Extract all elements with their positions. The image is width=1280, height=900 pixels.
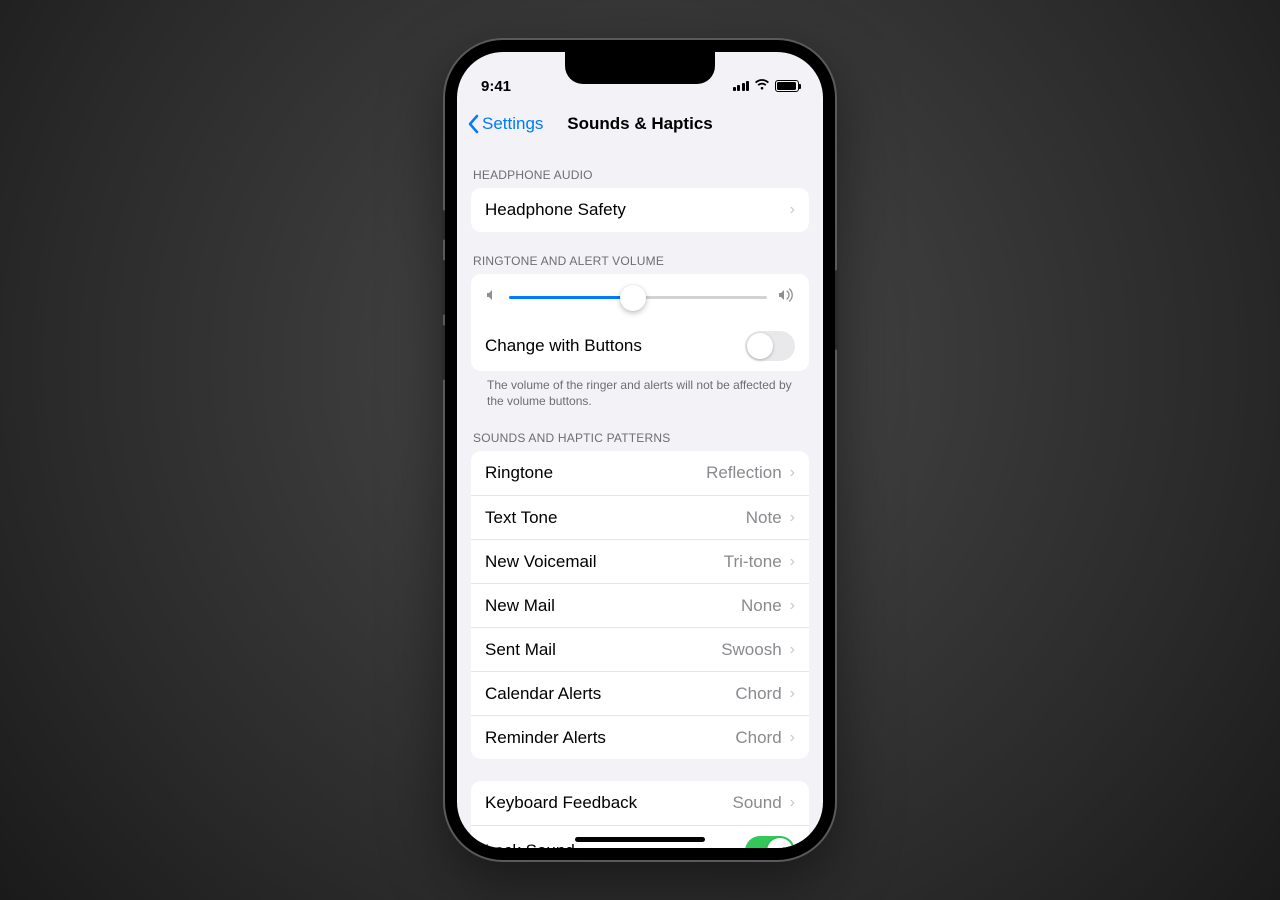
notch [565, 52, 715, 84]
speaker-high-icon [777, 288, 795, 307]
row-ringtone[interactable]: Ringtone Reflection › [471, 451, 809, 495]
group-volume: Change with Buttons [471, 274, 809, 371]
section-header-headphone: HEADPHONE AUDIO [457, 146, 823, 188]
row-value: Reflection [706, 463, 782, 483]
chevron-right-icon: › [790, 464, 795, 482]
chevron-right-icon: › [790, 553, 795, 571]
group-patterns: RingtoneReflection›Text ToneNote›New Voi… [471, 451, 809, 759]
row-value: Note [746, 508, 782, 528]
toggle-lock-sound[interactable] [745, 836, 795, 848]
row-value: Swoosh [721, 640, 781, 660]
speaker-low-icon [485, 288, 499, 307]
row-value: Sound [733, 793, 782, 813]
footer-volume: The volume of the ringer and alerts will… [457, 371, 823, 409]
row-change-with-buttons[interactable]: Change with Buttons [471, 321, 809, 371]
row-value: Tri-tone [724, 552, 782, 572]
row-label: New Mail [485, 596, 555, 616]
status-time: 9:41 [481, 78, 511, 95]
row-reminder-alerts[interactable]: Reminder Alerts Chord › [471, 715, 809, 759]
phone-frame: 9:41 Settings Sounds & Haptics HEADPHONE… [445, 40, 835, 860]
back-button[interactable]: Settings [467, 114, 543, 134]
slider-fill [509, 296, 633, 299]
row-label: Sent Mail [485, 640, 556, 660]
row-new-voicemail[interactable]: New Voicemail Tri-tone › [471, 539, 809, 583]
chevron-right-icon: › [790, 597, 795, 615]
row-label: Lock Sound [485, 841, 575, 848]
row-new-mail[interactable]: New Mail None › [471, 583, 809, 627]
row-value: Chord [735, 684, 781, 704]
group-headphone: Headphone Safety › [471, 188, 809, 232]
page-title: Sounds & Haptics [567, 114, 712, 134]
nav-bar: Settings Sounds & Haptics [457, 102, 823, 146]
content[interactable]: HEADPHONE AUDIO Headphone Safety › RINGT… [457, 146, 823, 848]
row-text-tone[interactable]: Text Tone Note › [471, 495, 809, 539]
wifi-icon [754, 78, 770, 95]
chevron-right-icon: › [790, 729, 795, 747]
row-label: Calendar Alerts [485, 684, 601, 704]
battery-icon [775, 80, 799, 92]
row-value: None [741, 596, 782, 616]
section-header-patterns: SOUNDS AND HAPTIC PATTERNS [457, 409, 823, 451]
chevron-left-icon [467, 114, 479, 134]
row-label: Text Tone [485, 508, 557, 528]
row-headphone-safety[interactable]: Headphone Safety › [471, 188, 809, 232]
slider-thumb[interactable] [620, 285, 646, 311]
toggle-change-with-buttons[interactable] [745, 331, 795, 361]
chevron-right-icon: › [790, 201, 795, 219]
row-value: Chord [735, 728, 781, 748]
chevron-right-icon: › [790, 685, 795, 703]
row-keyboard-feedback[interactable]: Keyboard Feedback Sound › [471, 781, 809, 825]
chevron-right-icon: › [790, 641, 795, 659]
screen: 9:41 Settings Sounds & Haptics HEADPHONE… [457, 52, 823, 848]
back-label: Settings [482, 114, 543, 134]
row-label: Headphone Safety [485, 200, 626, 220]
volume-slider-row [471, 274, 809, 321]
row-calendar-alerts[interactable]: Calendar Alerts Chord › [471, 671, 809, 715]
cellular-icon [733, 81, 750, 91]
volume-slider[interactable] [509, 296, 767, 299]
row-sent-mail[interactable]: Sent Mail Swoosh › [471, 627, 809, 671]
row-label: Change with Buttons [485, 336, 642, 356]
chevron-right-icon: › [790, 794, 795, 812]
row-label: Keyboard Feedback [485, 793, 637, 813]
chevron-right-icon: › [790, 509, 795, 527]
row-label: Ringtone [485, 463, 553, 483]
home-indicator [575, 837, 705, 842]
row-label: New Voicemail [485, 552, 597, 572]
section-header-volume: RINGTONE AND ALERT VOLUME [457, 232, 823, 274]
row-label: Reminder Alerts [485, 728, 606, 748]
